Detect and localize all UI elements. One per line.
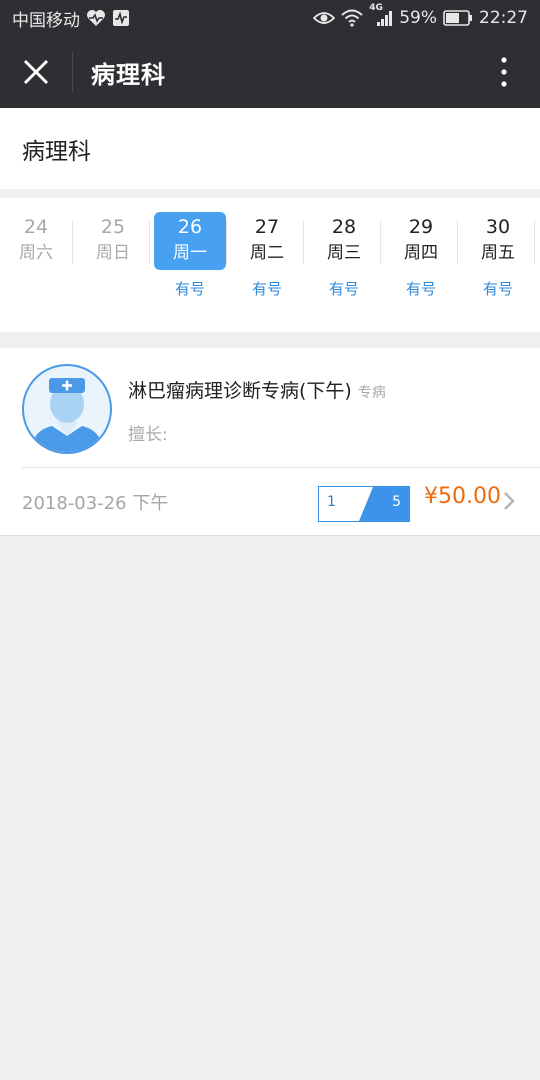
- date-selector: 24 周六 25 周日 26 周一 27 周二 28 周三 29 周四 30 周…: [0, 198, 540, 332]
- slots-used: 1: [327, 494, 336, 510]
- date-weekday: 周三: [327, 243, 361, 263]
- date-option-26[interactable]: 26 周一: [154, 212, 226, 270]
- clock-time: 22:27: [479, 8, 528, 28]
- battery-icon: [443, 10, 473, 26]
- date-weekday: 周六: [19, 243, 53, 263]
- date-option-24[interactable]: 24 周六: [0, 212, 72, 270]
- doctor-avatar-icon: [22, 364, 112, 454]
- eye-icon: [313, 10, 336, 26]
- date-weekday: 周一: [173, 243, 207, 263]
- date-option-30[interactable]: 30 周五: [462, 212, 534, 270]
- date-weekday: 周四: [404, 243, 438, 263]
- clinic-type-tag: 专病: [357, 385, 386, 401]
- specialty-label: 擅长:: [128, 425, 168, 445]
- battery-percent: 59%: [399, 8, 437, 28]
- more-vertical-icon: [501, 57, 507, 87]
- date-option-28[interactable]: 28 周三: [308, 212, 380, 270]
- close-button[interactable]: [0, 36, 72, 108]
- heart-rate-icon: [86, 9, 106, 27]
- date-option-25[interactable]: 25 周日: [77, 212, 149, 270]
- chevron-right-icon[interactable]: [502, 490, 516, 512]
- date-divider: [149, 220, 150, 264]
- date-divider: [534, 220, 535, 264]
- wifi-icon: [341, 9, 363, 27]
- date-number: 28: [331, 216, 357, 238]
- status-bar: 中国移动 4G 59% 22:27: [0, 0, 540, 36]
- date-divider: [380, 220, 381, 264]
- date-weekday: 周日: [96, 243, 130, 263]
- activity-icon: [112, 9, 130, 27]
- doctor-title: 淋巴瘤病理诊断专病(下午) 专病: [128, 376, 386, 403]
- page-title: 病理科: [91, 60, 166, 89]
- date-weekday: 周二: [250, 243, 284, 263]
- date-number: 26: [177, 216, 203, 238]
- availability-label: 有号: [251, 280, 282, 298]
- date-option-27[interactable]: 27 周二: [231, 212, 303, 270]
- appointment-date: 2018-03-26 下午: [22, 493, 169, 514]
- availability-label: 有号: [328, 280, 359, 298]
- date-weekday: 周五: [481, 243, 515, 263]
- signal-icon: 4G: [369, 3, 393, 27]
- carrier-label: 中国移动: [12, 10, 80, 31]
- card-divider: [22, 467, 540, 468]
- date-number: 27: [254, 216, 280, 238]
- close-icon: [23, 59, 49, 85]
- availability-label: 有号: [174, 280, 205, 298]
- availability-label: 有号: [405, 280, 436, 298]
- slots-total: 5: [392, 494, 401, 510]
- doctor-card[interactable]: 淋巴瘤病理诊断专病(下午) 专病 擅长: 2018-03-26 下午 1 5 ¥5…: [0, 348, 540, 536]
- date-number: 30: [485, 216, 511, 238]
- date-divider: [303, 220, 304, 264]
- date-number: 25: [100, 216, 126, 238]
- title-divider: [72, 52, 73, 92]
- date-divider: [226, 220, 227, 264]
- date-divider: [72, 220, 73, 264]
- more-button[interactable]: [468, 36, 540, 108]
- date-number: 24: [23, 216, 49, 238]
- availability-label: 有号: [482, 280, 513, 298]
- price-label: ¥50.00: [424, 484, 501, 509]
- date-option-29[interactable]: 29 周四: [385, 212, 457, 270]
- slot-count-badge: 1 5: [318, 486, 410, 522]
- date-divider: [457, 220, 458, 264]
- slot-badge-fill: [359, 487, 409, 521]
- doctor-avatar: [22, 364, 112, 454]
- department-header: 病理科: [0, 108, 540, 189]
- title-bar: 病理科: [0, 36, 540, 108]
- network-type-label: 4G: [369, 3, 383, 13]
- date-number: 29: [408, 216, 434, 238]
- clinic-name: 淋巴瘤病理诊断专病(下午): [128, 380, 352, 402]
